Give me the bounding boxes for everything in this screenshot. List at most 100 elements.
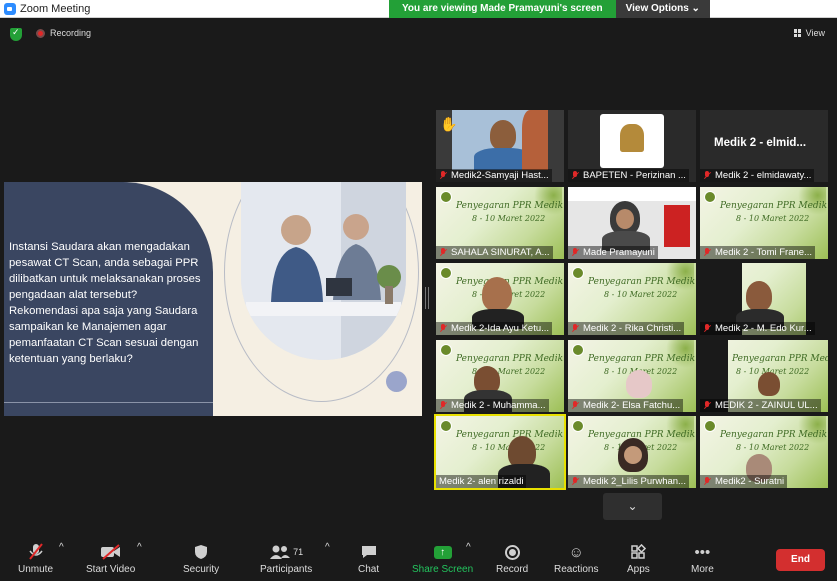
participant-name: Medik 2_Lilis Purwhan... xyxy=(583,476,686,487)
participant-head xyxy=(482,277,512,311)
more-icon: ••• xyxy=(694,543,711,561)
gallery-next-page-button[interactable]: ⌄ xyxy=(603,493,662,520)
participant-name: Medik 2 - elmidawaty... xyxy=(715,170,812,181)
share-banner-message: You are viewing Made Pramayuni's screen xyxy=(389,0,616,18)
presentation-title: Penyegaran PPR Medik Tingkat 2 xyxy=(588,277,696,287)
bapeten-logo-icon xyxy=(704,420,716,432)
participant-tile[interactable]: Medik 2 - M. Edo Kur... xyxy=(700,263,828,335)
presentation-date: 8 - 10 Maret 2022 xyxy=(472,214,546,223)
participant-name: MEDIK 2 - ZAINUL UL... xyxy=(715,400,818,411)
participant-name-placeholder: Medik 2 - elmid... xyxy=(714,137,807,149)
presentation-title: Penyegaran PPR Medik Tingkat 2 xyxy=(456,354,564,364)
start-video-button[interactable]: Start Video xyxy=(86,542,135,575)
presentation-title: Penyegaran PPR Medik Tingkat 2 xyxy=(456,201,564,211)
view-button[interactable]: View xyxy=(793,28,825,38)
participant-name: Medik 2- alen rizaldi xyxy=(439,476,524,487)
participant-tile[interactable]: Penyegaran PPR Medik Tingkat 2 8 - 10 Ma… xyxy=(568,263,696,335)
participant-name-bar: MEDIK 2 - ZAINUL UL... xyxy=(700,399,821,412)
recording-label: Recording xyxy=(50,28,92,38)
participant-name-bar: BAPETEN - Perizinan ... xyxy=(568,169,689,182)
participant-tile[interactable]: BAPETEN - Perizinan ... xyxy=(568,110,696,182)
record-button[interactable]: Record xyxy=(496,542,528,575)
security-button[interactable]: Security xyxy=(183,542,219,575)
participant-name: SAHALA SINURAT, A... xyxy=(451,247,550,258)
participant-tile[interactable]: Penyegaran PPR Medik Tingkat 2 8 - 10 Ma… xyxy=(436,263,564,335)
participant-name: Medik 2 - Tomi Frane... xyxy=(715,247,812,258)
participant-name: BAPETEN - Perizinan ... xyxy=(583,170,686,181)
participant-tile[interactable]: ✋ Medik2-Samyaji Hast... xyxy=(436,110,564,182)
mic-muted-icon xyxy=(703,324,711,333)
participant-tile[interactable]: Penyegaran PPR Medik Tingkat 2 8 - 10 Ma… xyxy=(436,340,564,412)
encryption-shield-icon[interactable] xyxy=(10,27,22,41)
chevron-up-icon[interactable]: ^ xyxy=(325,542,330,553)
mic-muted-icon xyxy=(571,171,579,180)
participant-tile[interactable]: Penyegaran PPR Medik Tingkat 2 8 - 10 Ma… xyxy=(568,416,696,488)
presentation-date: 8 - 10 Maret 2022 xyxy=(604,290,678,299)
participants-icon: 71 xyxy=(269,542,303,562)
chevron-up-icon[interactable]: ^ xyxy=(137,542,142,553)
participant-tile[interactable]: Made Pramayuni xyxy=(568,187,696,259)
recording-indicator[interactable]: Recording xyxy=(36,28,91,38)
window-title: Zoom Meeting xyxy=(20,2,91,15)
participant-tile-active-speaker[interactable]: Penyegaran PPR Medik Tingkat 2 8 - 10 Ma… xyxy=(434,414,566,490)
participant-tile[interactable]: Penyegaran PPR Medik Tingkat 2 8 - 10 Ma… xyxy=(700,340,828,412)
participant-tile[interactable]: Penyegaran PPR Medik Tingkat 2 8 - 10 Ma… xyxy=(700,187,828,259)
participant-name-bar: Medik 2- Elsa Fatchu... xyxy=(568,399,684,412)
participant-tile[interactable]: Penyegaran PPR Medik Tingkat 2 8 - 10 Ma… xyxy=(568,340,696,412)
mic-muted-icon xyxy=(703,401,711,410)
raised-hand-icon: ✋ xyxy=(440,116,458,132)
reactions-button[interactable]: ☺ Reactions xyxy=(554,542,599,576)
view-label: View xyxy=(805,28,825,38)
participant-name: Medik2 - Suratni xyxy=(715,476,785,487)
participant-name-bar: Medik 2 - elmidawaty... xyxy=(700,169,815,182)
share-screen-icon: ↑ xyxy=(433,542,452,562)
presentation-title: Penyegaran PPR Medik Tingkat 2 xyxy=(456,430,564,440)
chat-label: Chat xyxy=(358,564,380,575)
recording-icon xyxy=(36,28,45,38)
chevron-down-icon: ⌄ xyxy=(627,499,638,513)
slide-decor-circle xyxy=(386,371,407,392)
meeting-toolbar: Unmute ^ Start Video ^ Security 71 Parti… xyxy=(0,534,837,581)
more-button[interactable]: ••• More xyxy=(691,542,714,576)
chat-button[interactable]: Chat xyxy=(358,542,379,575)
mic-muted-icon xyxy=(571,477,579,486)
participant-head xyxy=(746,281,772,311)
mic-muted-icon xyxy=(703,477,711,486)
participant-tile[interactable]: Medik 2 - elmid... Medik 2 - elmidawaty.… xyxy=(700,110,828,182)
participants-label: Participants xyxy=(260,564,313,575)
presentation-title: Penyegaran PPR Medik Tingkat 2 xyxy=(588,354,696,364)
presentation-title: Penyegaran PPR Medik Tingkat 2 xyxy=(732,354,828,364)
reactions-label: Reactions xyxy=(554,564,599,575)
chevron-up-icon[interactable]: ^ xyxy=(466,542,471,553)
participant-name: Medik 2 - Muhamma... xyxy=(451,400,546,411)
slide-question-text: Instansi Saudara akan mengadakan pesawat… xyxy=(9,241,201,365)
zoom-app-icon xyxy=(4,2,16,15)
participant-name: Made Pramayuni xyxy=(583,247,655,258)
participant-name-bar: Medik 2 - Muhamma... xyxy=(436,399,549,412)
zoom-meeting-window: Zoom Meeting You are viewing Made Pramay… xyxy=(0,0,837,581)
participant-name: Medik2-Samyaji Hast... xyxy=(451,170,549,181)
participant-name: Medik 2 - Rika Christi... xyxy=(583,323,682,334)
apps-button[interactable]: Apps xyxy=(627,542,650,575)
mic-muted-icon xyxy=(439,171,447,180)
presentation-date: 8 - 10 Maret 2022 xyxy=(736,214,810,223)
security-label: Security xyxy=(183,564,220,575)
unmute-button[interactable]: Unmute xyxy=(18,542,53,575)
mic-muted-icon xyxy=(703,248,711,257)
shield-icon xyxy=(194,542,208,562)
mic-muted-icon xyxy=(571,401,579,410)
participant-tile[interactable]: Penyegaran PPR Medik Tingkat 2 8 - 10 Ma… xyxy=(700,416,828,488)
shared-screen[interactable]: Instansi Saudara akan mengadakan pesawat… xyxy=(4,182,422,416)
participant-name-bar: Medik 2-Ida Ayu Ketu... xyxy=(436,322,553,335)
panel-resize-handle[interactable] xyxy=(425,287,429,309)
end-meeting-button[interactable]: End xyxy=(776,549,825,571)
participants-button[interactable]: 71 Participants xyxy=(260,542,312,575)
participant-name-bar: SAHALA SINURAT, A... xyxy=(436,246,553,259)
participant-tile[interactable]: Penyegaran PPR Medik Tingkat 2 8 - 10 Ma… xyxy=(436,187,564,259)
view-options-button[interactable]: View Options ⌄ xyxy=(615,0,710,18)
chevron-up-icon[interactable]: ^ xyxy=(59,542,64,553)
chat-icon xyxy=(360,542,378,562)
unmute-label: Unmute xyxy=(18,564,54,575)
mic-muted-icon xyxy=(703,171,711,180)
share-screen-button[interactable]: ↑ Share Screen xyxy=(412,542,473,575)
